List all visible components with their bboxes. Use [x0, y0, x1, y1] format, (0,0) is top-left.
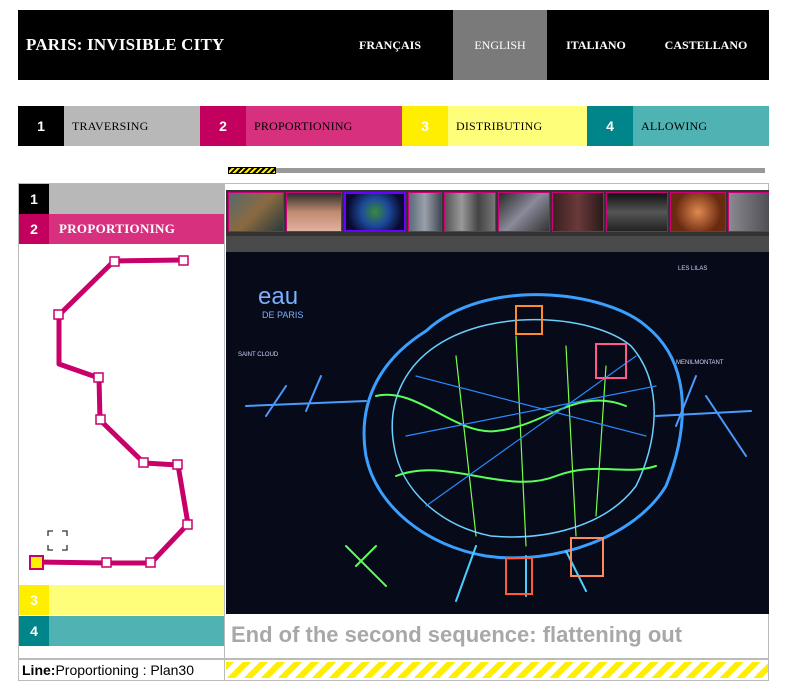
lang-castellano[interactable]: CASTELLANO	[654, 10, 758, 80]
thumbnail[interactable]	[606, 192, 668, 232]
route-map	[29, 255, 193, 570]
sidebar-row-title	[49, 616, 224, 646]
route-stop	[145, 557, 156, 568]
main-image: eau DE PARIS LES LILAS SAINT CLOUD MENIL…	[226, 236, 769, 614]
route-stop	[182, 519, 193, 530]
sidebar-row-number: 3	[19, 585, 49, 615]
tab-number: 3	[402, 106, 448, 146]
focus-bracket-icon	[47, 530, 68, 551]
line-label: Line:	[22, 662, 56, 678]
route-line	[35, 257, 191, 566]
sidebar-row-4[interactable]: 4	[19, 616, 224, 646]
illuminated-map-icon: eau DE PARIS LES LILAS SAINT CLOUD MENIL…	[226, 236, 769, 614]
footer-hazard-stripes	[226, 662, 768, 678]
thumbnail[interactable]	[408, 192, 442, 232]
line-info: Line:Proportioning : Plan30	[19, 660, 225, 680]
sidebar-row-3[interactable]: 3	[19, 585, 224, 615]
svg-text:eau: eau	[258, 283, 298, 310]
sidebar-row-title	[49, 184, 224, 214]
svg-text:SAINT CLOUD: SAINT CLOUD	[238, 352, 279, 358]
sidebar-row-1[interactable]: 1	[19, 184, 224, 214]
route-stop	[101, 557, 112, 568]
sidebar-row-2[interactable]: 2 PROPORTIONING	[19, 214, 224, 244]
route-stop	[178, 255, 189, 266]
tab-traversing[interactable]: 1 TRAVERSING	[18, 106, 200, 146]
route-stop	[172, 459, 183, 470]
sidebar-row-number: 4	[19, 616, 49, 646]
sidebar-row-title: PROPORTIONING	[49, 214, 224, 244]
thumbnail[interactable]	[552, 192, 604, 232]
thumbnail-strip	[226, 190, 769, 236]
route-stop	[53, 309, 64, 320]
tab-label: PROPORTIONING	[246, 106, 402, 146]
svg-text:DE PARIS: DE PARIS	[262, 310, 303, 320]
tab-number: 4	[587, 106, 633, 146]
chapter-sidebar: 1 2 PROPORTIONING 3 4	[18, 183, 225, 659]
tab-label: TRAVERSING	[64, 106, 200, 146]
thumbnail[interactable]	[286, 192, 342, 232]
lang-francais[interactable]: FRANÇAIS	[350, 10, 430, 80]
tab-number: 2	[200, 106, 246, 146]
route-stop	[95, 414, 106, 425]
tab-number: 1	[18, 106, 64, 146]
tab-label: ALLOWING	[633, 106, 769, 146]
route-stop	[138, 457, 149, 468]
route-stop	[93, 372, 104, 383]
tab-proportioning[interactable]: 2 PROPORTIONING	[200, 106, 402, 146]
thumbnail[interactable]	[444, 192, 496, 232]
site-title[interactable]: PARIS: INVISIBLE CITY	[26, 10, 225, 80]
sidebar-row-number: 1	[19, 184, 49, 214]
tab-label: DISTRIBUTING	[448, 106, 587, 146]
svg-text:MENILMONTANT: MENILMONTANT	[676, 360, 724, 366]
footer-bar: Line:Proportioning : Plan30	[18, 659, 769, 681]
lang-italiano[interactable]: ITALIANO	[553, 10, 639, 80]
site-header: PARIS: INVISIBLE CITY FRANÇAIS ENGLISH I…	[18, 10, 769, 80]
tab-distributing[interactable]: 3 DISTRIBUTING	[402, 106, 587, 146]
thumbnail[interactable]	[228, 192, 284, 232]
thumbnail[interactable]	[498, 192, 550, 232]
current-stop-marker	[29, 555, 44, 570]
svg-text:LES LILAS: LES LILAS	[678, 266, 707, 272]
progress-track[interactable]	[228, 168, 765, 173]
sidebar-row-title	[49, 585, 224, 615]
sidebar-row-number: 2	[19, 214, 49, 244]
progress-fill	[228, 167, 276, 174]
tab-allowing[interactable]: 4 ALLOWING	[587, 106, 769, 146]
slide-caption: End of the second sequence: flattening o…	[231, 622, 683, 647]
thumbnail[interactable]	[670, 192, 726, 232]
route-stop	[109, 256, 120, 267]
lang-english[interactable]: ENGLISH	[453, 10, 547, 80]
viewer-panel: eau DE PARIS LES LILAS SAINT CLOUD MENIL…	[224, 183, 769, 659]
thumbnail[interactable]	[728, 192, 769, 232]
line-value: Proportioning : Plan30	[55, 662, 194, 678]
thumbnail[interactable]	[344, 192, 406, 232]
